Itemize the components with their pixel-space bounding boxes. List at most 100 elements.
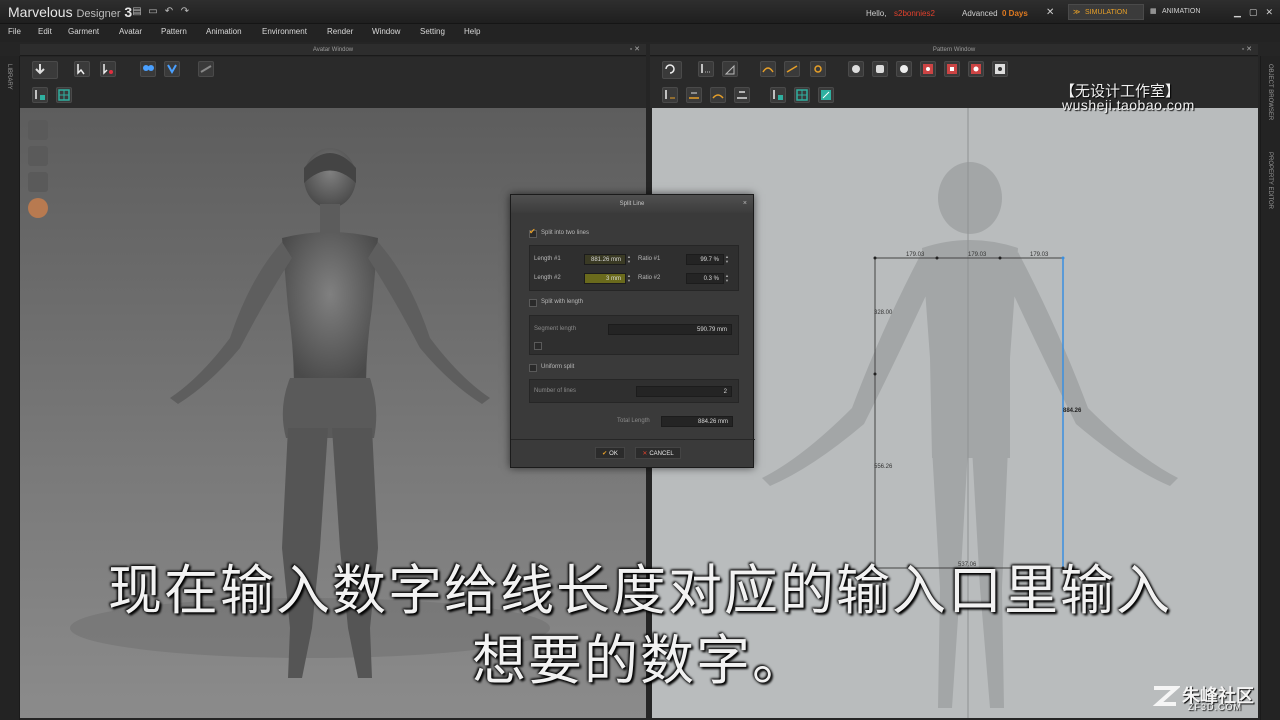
split-with-length-checkbox[interactable] <box>529 299 537 307</box>
undo-icon[interactable]: ↶ <box>164 7 174 17</box>
split-two-lines-checkbox[interactable] <box>529 227 537 238</box>
arrangement-icon[interactable] <box>140 61 156 77</box>
internal-rectangle-icon[interactable] <box>944 61 960 77</box>
library-tab-label: LIBRARY <box>6 64 12 90</box>
transform-icon[interactable] <box>32 87 48 103</box>
close-icon[interactable]: ✕ <box>1046 7 1054 18</box>
length1-input[interactable]: 881.26 mm <box>584 254 626 265</box>
username-link[interactable]: s2bonnies2 <box>894 9 935 18</box>
segment-option-checkbox[interactable] <box>534 342 542 350</box>
ratio2-label: Ratio #2 <box>638 275 661 281</box>
garment-icon[interactable] <box>28 120 48 140</box>
cancel-label: CANCEL <box>649 451 674 457</box>
pattern-window-title: Pattern Window <box>932 47 976 53</box>
download-arrow-icon[interactable] <box>32 61 58 79</box>
split-point-icon[interactable] <box>810 61 826 77</box>
menu-window[interactable]: Window <box>372 27 400 36</box>
window-close-icon[interactable]: ✕ <box>1265 7 1273 18</box>
quick-access-toolbar: ▤ ▭ ↶ ↷ <box>132 7 190 17</box>
window-controls: ▁ ▢ ✕ <box>1234 7 1273 18</box>
free-sewing-icon[interactable] <box>686 87 702 103</box>
texture-transform-icon[interactable] <box>770 87 786 103</box>
transform-pattern-icon[interactable] <box>722 61 738 77</box>
menu-animation[interactable]: Animation <box>206 27 242 36</box>
length2-input[interactable]: 3 mm <box>584 273 626 284</box>
menu-edit[interactable]: Edit <box>38 27 52 36</box>
chart-icon[interactable]: ▤ <box>132 7 142 17</box>
menu-bar: File Edit Garment Avatar Pattern Animati… <box>0 24 1280 42</box>
fitting-icon[interactable] <box>198 61 214 77</box>
length1-label: Length #1 <box>534 256 561 262</box>
shoes-icon[interactable] <box>28 172 48 192</box>
number-of-lines-label: Number of lines <box>534 388 577 394</box>
ratio1-input[interactable]: 99.7 % <box>686 254 724 265</box>
segment-length-input[interactable]: 590.79 mm <box>608 324 732 335</box>
object-browser-tab[interactable]: OBJECT BROWSER <box>1267 64 1273 120</box>
watermark-site: ZF3D.COM <box>1188 702 1242 712</box>
segment-sewing-icon[interactable] <box>662 87 678 103</box>
edit-sewing-icon[interactable] <box>710 87 726 103</box>
avatar-figure-icon[interactable] <box>28 146 48 166</box>
circle-icon[interactable] <box>896 61 912 77</box>
uniform-split-checkbox[interactable] <box>529 364 537 372</box>
dialog-close-icon[interactable]: × <box>743 195 747 213</box>
ok-button[interactable]: ✔ OK <box>595 447 625 459</box>
measure-top-1: 179.03 <box>906 252 925 258</box>
avatar-head-icon[interactable] <box>28 198 48 218</box>
split-two-lines-label: Split into two lines <box>541 230 590 236</box>
pattern-window-controls[interactable]: ▫ ✕ <box>1242 44 1252 56</box>
measure-left-lower: 556.26 <box>874 464 893 470</box>
refresh-icon[interactable] <box>662 61 682 79</box>
minimize-icon[interactable]: ▁ <box>1234 7 1241 18</box>
internal-circle-icon[interactable] <box>968 61 984 77</box>
menu-pattern[interactable]: Pattern <box>161 27 187 36</box>
texture-grid-icon[interactable] <box>794 87 810 103</box>
cancel-button[interactable]: ✕ CANCEL <box>635 447 681 459</box>
uniform-split-group: Number of lines 2 <box>529 379 739 403</box>
edit-pattern-icon[interactable] <box>698 61 714 77</box>
zf3d-logo <box>1150 680 1182 710</box>
number-of-lines-input[interactable]: 2 <box>636 386 732 397</box>
polygon-icon[interactable] <box>848 61 864 77</box>
menu-garment[interactable]: Garment <box>68 27 99 36</box>
rectangle-icon[interactable] <box>872 61 888 77</box>
tack-icon[interactable] <box>734 87 750 103</box>
select-move-icon[interactable] <box>74 61 90 77</box>
app-title-sub: Designer <box>76 8 121 20</box>
animation-tab[interactable]: ▦ ANIMATION <box>1146 4 1222 20</box>
avatar-window-header: Avatar Window ▫ ✕ <box>20 44 646 56</box>
length2-label: Length #2 <box>534 275 561 281</box>
property-editor-tab[interactable]: PROPERTY EDITOR <box>1267 152 1273 209</box>
redo-icon[interactable]: ↷ <box>180 7 190 17</box>
menu-help[interactable]: Help <box>464 27 480 36</box>
folder-icon[interactable]: ▭ <box>148 7 158 17</box>
grid-icon[interactable] <box>56 87 72 103</box>
texture-edit-icon[interactable] <box>818 87 834 103</box>
length1-spinner[interactable]: ▲ ▼ <box>626 254 632 265</box>
dart-icon[interactable] <box>992 61 1008 77</box>
subtitle-line-1: 现在输入数字给线长度对应的输入口里输入 <box>108 559 1172 622</box>
check-icon: ✔ <box>602 451 608 457</box>
length2-spinner[interactable]: ▲ ▼ <box>626 273 632 284</box>
edit-curvature-icon[interactable] <box>760 61 776 77</box>
ratio2-input[interactable]: 0.3 % <box>686 273 724 284</box>
avatar-pose-icon[interactable] <box>164 61 180 77</box>
menu-avatar[interactable]: Avatar <box>119 27 142 36</box>
avatar-window-title: Avatar Window <box>312 47 354 53</box>
menu-environment[interactable]: Environment <box>262 27 307 36</box>
segment-length-label: Segment length <box>534 326 577 332</box>
avatar-window-controls[interactable]: ▫ ✕ <box>630 44 640 56</box>
internal-polygon-icon[interactable] <box>920 61 936 77</box>
menu-setting[interactable]: Setting <box>420 27 445 36</box>
ratio1-spinner[interactable]: ▲ ▼ <box>724 254 730 265</box>
total-length-value: 884.26 mm <box>661 416 733 427</box>
select-point-icon[interactable] <box>100 61 116 77</box>
ratio2-spinner[interactable]: ▲ ▼ <box>724 273 730 284</box>
menu-render[interactable]: Render <box>327 27 353 36</box>
add-point-icon[interactable] <box>784 61 800 77</box>
simulation-tab[interactable]: ≫ SIMULATION <box>1068 4 1144 20</box>
menu-file[interactable]: File <box>8 27 21 36</box>
maximize-icon[interactable]: ▢ <box>1249 7 1258 18</box>
cancel-icon: ✕ <box>642 451 648 457</box>
measure-top-3: 179.03 <box>1030 252 1049 258</box>
